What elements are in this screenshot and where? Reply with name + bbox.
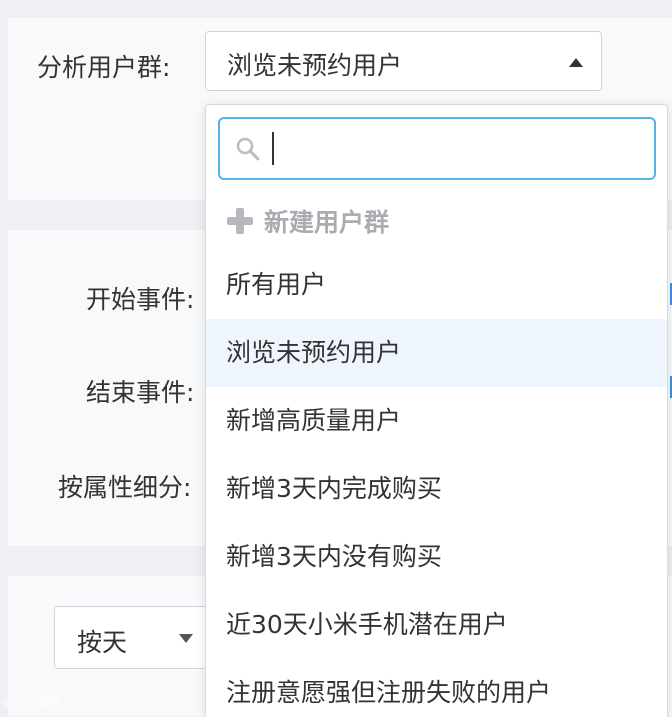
new-group-button[interactable]: 新建用户群: [226, 205, 389, 237]
time-granularity-select[interactable]: 按天: [54, 606, 224, 669]
start-event-label: 开始事件:: [86, 285, 195, 314]
dropdown-option[interactable]: 近30天小米手机潜在用户: [206, 591, 667, 659]
dropdown-search[interactable]: [218, 117, 656, 180]
dropdown-option-selected[interactable]: 浏览未预约用户: [206, 319, 667, 387]
watermark: © 六合数据: [2, 696, 61, 709]
plus-icon: [226, 207, 254, 235]
dropdown-option[interactable]: 所有用户: [206, 251, 667, 319]
search-input[interactable]: [270, 129, 640, 169]
search-icon: [236, 137, 260, 161]
end-event-label: 结束事件:: [86, 378, 195, 407]
dropdown-option[interactable]: 新增3天内没有购买: [206, 523, 667, 591]
dropdown-option[interactable]: 注册意愿强但注册失败的用户: [206, 659, 667, 717]
group-dropdown: 新建用户群 所有用户 浏览未预约用户 新增高质量用户 新增3天内完成购买 新增3…: [205, 104, 668, 717]
group-select[interactable]: 浏览未预约用户: [205, 31, 602, 91]
new-group-label: 新建用户群: [264, 208, 390, 237]
caret-up-icon: [569, 58, 583, 67]
dropdown-option[interactable]: 新增3天内完成购买: [206, 455, 667, 523]
group-label: 分析用户群:: [37, 53, 171, 82]
group-select-value: 浏览未预约用户: [227, 51, 403, 80]
breakdown-label: 按属性细分:: [58, 473, 192, 502]
text-cursor: [272, 132, 274, 165]
caret-down-icon: [179, 634, 193, 643]
time-granularity-value: 按天: [77, 628, 128, 657]
dropdown-option[interactable]: 新增高质量用户: [206, 387, 667, 455]
